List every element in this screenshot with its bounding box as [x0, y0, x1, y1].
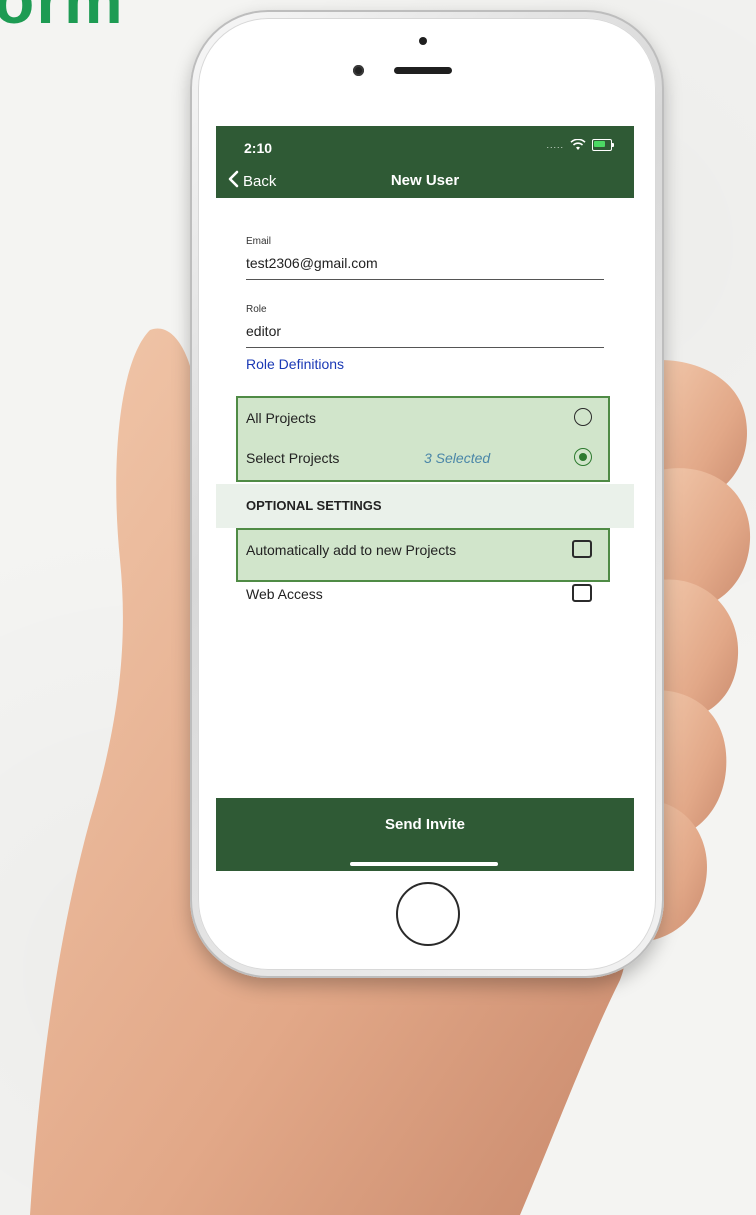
status-indicators: .....: [546, 139, 614, 151]
optional-settings-header: OPTIONAL SETTINGS: [216, 484, 634, 528]
app-screen: 2:10 ..... Back New User Email test2306@…: [216, 126, 634, 871]
role-field[interactable]: editor: [246, 323, 281, 339]
web-access-option[interactable]: Web Access: [246, 582, 604, 606]
earpiece-speaker: [394, 67, 452, 74]
phone-device: 2:10 ..... Back New User Email test2306@…: [190, 10, 664, 978]
email-underline: [246, 279, 604, 280]
new-user-form: Email test2306@gmail.com Role editor Rol…: [216, 198, 634, 798]
all-projects-option[interactable]: All Projects: [246, 406, 604, 430]
all-projects-label: All Projects: [246, 410, 317, 426]
proximity-sensor: [419, 37, 427, 45]
battery-icon: [592, 139, 614, 151]
select-projects-option[interactable]: Select Projects 3 Selected: [246, 446, 604, 470]
selected-count[interactable]: 3 Selected: [424, 450, 490, 466]
front-camera: [353, 65, 364, 76]
all-projects-radio[interactable]: [574, 408, 592, 426]
home-button[interactable]: [396, 882, 460, 946]
role-definitions-link[interactable]: Role Definitions: [246, 356, 344, 372]
select-projects-label: Select Projects: [246, 450, 340, 466]
wifi-icon: [570, 139, 586, 151]
email-label: Email: [246, 236, 272, 247]
send-invite-button[interactable]: Send Invite: [216, 816, 634, 833]
role-label: Role: [246, 304, 267, 315]
auto-add-checkbox[interactable]: [572, 540, 592, 558]
email-field[interactable]: test2306@gmail.com: [246, 255, 378, 271]
send-invite-bar[interactable]: Send Invite: [216, 798, 634, 871]
status-bar: 2:10 .....: [216, 126, 634, 164]
select-projects-radio[interactable]: [574, 448, 592, 466]
optional-settings-title: OPTIONAL SETTINGS: [246, 498, 382, 513]
web-access-checkbox[interactable]: [572, 584, 592, 602]
auto-add-label: Automatically add to new Projects: [246, 542, 457, 558]
navigation-bar: Back New User: [216, 164, 634, 198]
status-time: 2:10: [244, 140, 273, 156]
role-underline: [246, 347, 604, 348]
home-indicator: [350, 862, 498, 866]
page-title: New User: [390, 172, 460, 189]
web-access-label: Web Access: [246, 586, 323, 602]
signal-icon: .....: [546, 140, 564, 150]
auto-add-option[interactable]: Automatically add to new Projects: [246, 538, 604, 562]
